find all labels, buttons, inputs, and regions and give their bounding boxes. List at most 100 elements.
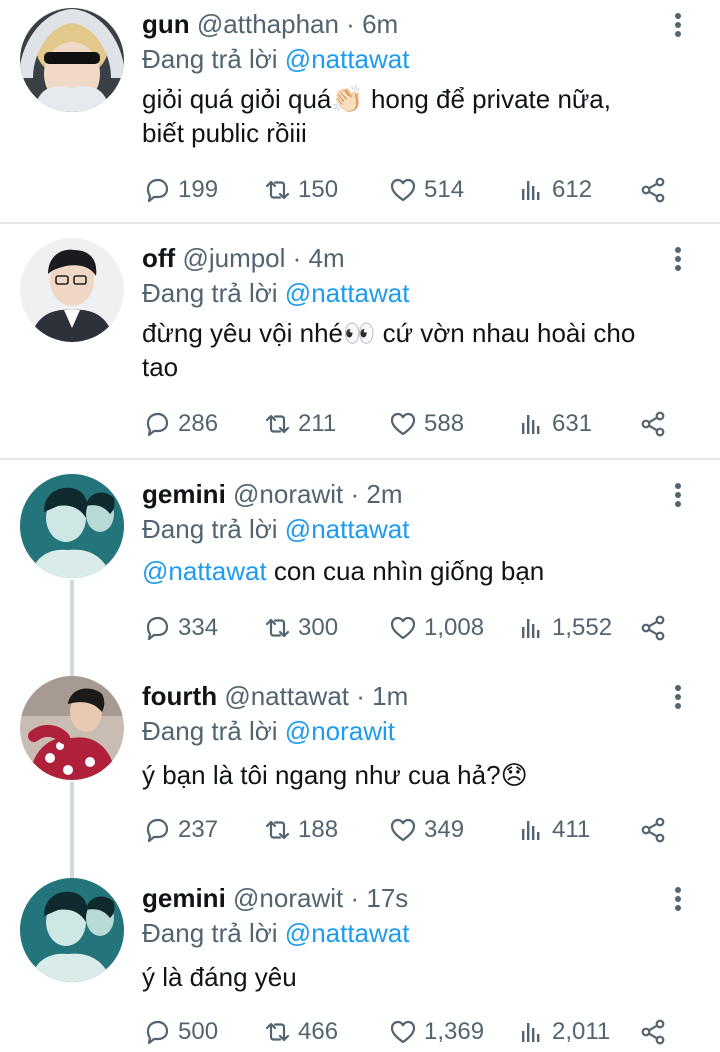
more-options-icon[interactable] [668,682,688,712]
avatar[interactable] [20,238,124,342]
tweet[interactable]: fourth @nattawat · 1m Đang trả lời @nora… [0,676,720,856]
like-button[interactable]: 1,369 [388,1012,484,1052]
share-icon [641,817,665,843]
display-name[interactable]: gemini [142,883,226,913]
view-count: 631 [552,410,593,437]
reply-to-mention[interactable]: @nattawat [285,278,410,308]
avatar[interactable] [20,474,124,578]
user-handle[interactable]: @norawit [233,479,343,509]
avatar[interactable] [20,676,124,780]
reply-count: 237 [178,816,219,843]
replying-to: Đang trả lời @nattawat [142,40,409,78]
replying-to: Đang trả lời @norawit [142,712,395,750]
tweet-text: @nattawat con cua nhìn giống bạn [142,554,682,588]
tweet-text: ý là đáng yêu [142,960,682,994]
replying-to: Đang trả lời @nattawat [142,914,409,952]
inline-mention[interactable]: @nattawat [142,556,267,586]
reply-button[interactable]: 199 [142,170,218,210]
views-button[interactable]: 1,552 [516,608,612,648]
retweet-icon [265,820,290,840]
like-button[interactable]: 514 [388,170,464,210]
user-handle[interactable]: @norawit [233,883,343,913]
tweet-text-line: ý bạn là tôi ngang như cua hả?😞 [142,760,528,790]
replying-to-label: Đang trả lời [142,918,278,948]
share-button[interactable] [638,810,674,850]
share-button[interactable] [638,608,674,648]
retweet-button[interactable]: 211 [262,404,336,444]
avatar[interactable] [20,878,124,982]
share-button[interactable] [638,170,674,210]
retweet-count: 300 [298,614,339,641]
tweet-header: off @jumpol · 4m [142,238,345,278]
tweet-actions: 237 188 349 411 [142,810,682,850]
retweet-button[interactable]: 188 [262,810,338,850]
tweet[interactable]: gemini @norawit · 2m Đang trả lời @natta… [0,474,720,654]
user-handle[interactable]: @nattawat [224,681,349,711]
retweet-count: 466 [298,1018,339,1045]
reply-to-mention[interactable]: @nattawat [285,44,410,74]
like-button[interactable]: 349 [388,810,464,850]
reply-to-mention[interactable]: @norawit [285,716,395,746]
heart-icon [390,178,416,202]
reply-to-mention[interactable]: @nattawat [285,918,410,948]
share-button[interactable] [638,1012,674,1052]
retweet-icon [265,180,290,200]
view-count: 411 [552,816,591,843]
display-name[interactable]: fourth [142,681,217,711]
more-options-icon[interactable] [668,480,688,510]
tweet-text-line: con cua nhìn giống bạn [266,556,545,586]
reply-to-mention[interactable]: @nattawat [285,514,410,544]
like-count: 1,008 [424,614,485,641]
user-handle[interactable]: @atthaphan [197,9,339,39]
reply-button[interactable]: 500 [142,1012,218,1052]
like-button[interactable]: 1,008 [388,608,484,648]
timestamp[interactable]: 6m [362,9,398,39]
replying-to: Đang trả lời @nattawat [142,510,409,548]
views-button[interactable]: 411 [516,810,590,850]
tweet[interactable]: gemini @norawit · 17s Đang trả lời @natt… [0,878,720,1051]
retweet-icon [265,414,290,434]
tweet-actions: 334 300 1,008 1,552 [142,608,682,648]
user-handle[interactable]: @jumpol [182,243,285,273]
display-name[interactable]: gemini [142,479,226,509]
reply-icon [146,616,169,641]
display-name[interactable]: off [142,243,175,273]
share-button[interactable] [638,404,674,444]
reply-button[interactable]: 237 [142,810,218,850]
retweet-button[interactable]: 150 [262,170,338,210]
display-name[interactable]: gun [142,9,190,39]
reply-button[interactable]: 334 [142,608,218,648]
heart-icon [390,1020,416,1044]
timestamp[interactable]: 17s [366,883,408,913]
retweet-button[interactable]: 466 [262,1012,338,1052]
replying-to-label: Đang trả lời [142,716,278,746]
tweet-text: ý bạn là tôi ngang như cua hả?😞 [142,758,682,792]
like-button[interactable]: 588 [388,404,464,444]
like-count: 1,369 [424,1018,485,1045]
divider [0,222,720,224]
views-button[interactable]: 612 [516,170,592,210]
separator: · [285,243,309,273]
timestamp[interactable]: 1m [372,681,408,711]
more-options-icon[interactable] [668,244,688,274]
tweet-actions: 199 150 514 612 [142,170,682,210]
avatar[interactable] [20,8,124,112]
share-icon [641,177,665,203]
separator: · [343,883,367,913]
tweet[interactable]: off @jumpol · 4m Đang trả lời @nattawat … [0,238,720,448]
more-options-icon[interactable] [668,10,688,40]
reply-button[interactable]: 286 [142,404,218,444]
views-icon [522,619,540,638]
views-button[interactable]: 2,011 [516,1012,610,1052]
more-options-icon[interactable] [668,884,688,914]
tweet-header: gemini @norawit · 2m [142,474,402,514]
timestamp[interactable]: 4m [309,243,345,273]
retweet-icon [265,1022,290,1042]
views-icon [522,1023,540,1042]
timestamp[interactable]: 2m [366,479,402,509]
tweet[interactable]: gun @atthaphan · 6m Đang trả lời @nattaw… [0,4,720,214]
tweet-text-line: giỏi quá giỏi quá👏🏻 hong để private nữa, [142,84,611,114]
views-button[interactable]: 631 [516,404,592,444]
retweet-button[interactable]: 300 [262,608,338,648]
reply-count: 500 [178,1018,219,1045]
